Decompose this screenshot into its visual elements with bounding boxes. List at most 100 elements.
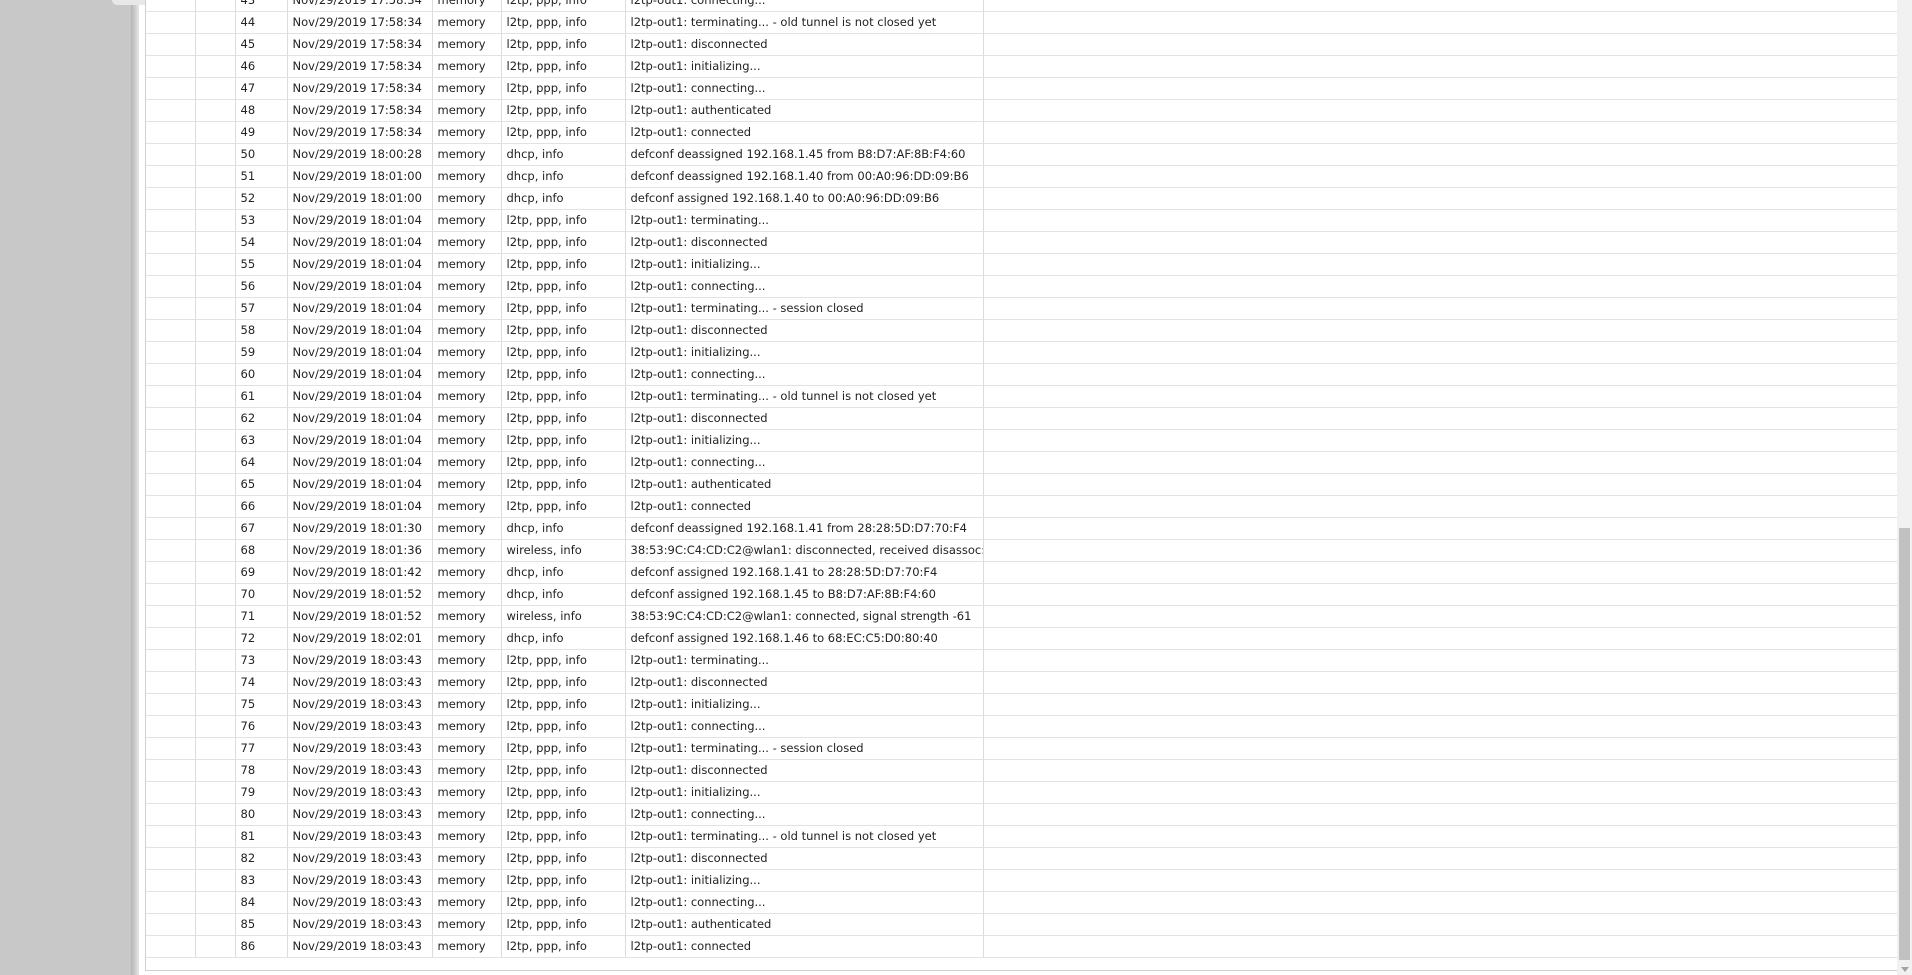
log-row[interactable]: 63 Nov/29/2019 18:01:04 memory l2tp, ppp, i… — [146, 429, 1898, 452]
log-number: 63 — [235, 429, 288, 452]
log-row[interactable]: 67 Nov/29/2019 18:01:30 memory dhcp, info de… — [146, 517, 1898, 540]
vertical-scrollbar[interactable] — [1897, 0, 1912, 975]
log-row[interactable]: 72 Nov/29/2019 18:02:01 memory dhcp, info de… — [146, 627, 1898, 650]
row-flag-cell — [195, 407, 236, 430]
row-flag-cell — [195, 99, 236, 122]
log-row[interactable]: 80 Nov/29/2019 18:03:43 memory l2tp, ppp, i… — [146, 803, 1898, 826]
log-row[interactable]: 85 Nov/29/2019 18:03:43 memory l2tp, ppp, i… — [146, 913, 1898, 936]
log-message: l2tp-out1: connecting... — [625, 891, 984, 914]
log-row[interactable]: 78 Nov/29/2019 18:03:43 memory l2tp, ppp, i… — [146, 759, 1898, 782]
log-message: l2tp-out1: terminating... - old tunnel i… — [625, 385, 984, 408]
log-time: Nov/29/2019 18:01:04 — [287, 451, 433, 474]
row-flag-cell — [195, 55, 236, 78]
row-select-cell — [146, 473, 196, 496]
log-row[interactable]: 65 Nov/29/2019 18:01:04 memory l2tp, ppp, i… — [146, 473, 1898, 496]
log-row[interactable]: 49 Nov/29/2019 17:58:34 memory l2tp, ppp, i… — [146, 121, 1898, 144]
log-topics: l2tp, ppp, info — [501, 11, 626, 34]
log-row[interactable]: 70 Nov/29/2019 18:01:52 memory dhcp, info de… — [146, 583, 1898, 606]
log-row[interactable]: 73 Nov/29/2019 18:03:43 memory l2tp, ppp, i… — [146, 649, 1898, 672]
log-row[interactable]: 48 Nov/29/2019 17:58:34 memory l2tp, ppp, i… — [146, 99, 1898, 122]
log-extra-cell — [983, 385, 1898, 408]
log-row[interactable]: 66 Nov/29/2019 18:01:04 memory l2tp, ppp, i… — [146, 495, 1898, 518]
log-extra-cell — [983, 297, 1898, 320]
log-row[interactable]: 58 Nov/29/2019 18:01:04 memory l2tp, ppp, i… — [146, 319, 1898, 342]
log-message: l2tp-out1: connecting... — [625, 275, 984, 298]
log-row[interactable]: 83 Nov/29/2019 18:03:43 memory l2tp, ppp, i… — [146, 869, 1898, 892]
log-number: 53 — [235, 209, 288, 232]
log-buffer: memory — [432, 99, 502, 122]
log-row[interactable]: 75 Nov/29/2019 18:03:43 memory l2tp, ppp, i… — [146, 693, 1898, 716]
log-row[interactable]: 61 Nov/29/2019 18:01:04 memory l2tp, ppp, i… — [146, 385, 1898, 408]
log-row[interactable]: 55 Nov/29/2019 18:01:04 memory l2tp, ppp, i… — [146, 253, 1898, 276]
log-row[interactable]: 64 Nov/29/2019 18:01:04 memory l2tp, ppp, i… — [146, 451, 1898, 474]
log-number: 70 — [235, 583, 288, 606]
log-row[interactable]: 44 Nov/29/2019 17:58:34 memory l2tp, ppp, i… — [146, 11, 1898, 34]
row-flag-cell — [195, 891, 236, 914]
log-buffer: memory — [432, 517, 502, 540]
row-flag-cell — [195, 297, 236, 320]
log-row[interactable]: 69 Nov/29/2019 18:01:42 memory dhcp, info de… — [146, 561, 1898, 584]
log-buffer: memory — [432, 649, 502, 672]
log-time: Nov/29/2019 18:03:43 — [287, 935, 433, 958]
log-buffer: memory — [432, 451, 502, 474]
log-row[interactable]: 47 Nov/29/2019 17:58:34 memory l2tp, ppp, i… — [146, 77, 1898, 100]
row-select-cell — [146, 33, 196, 56]
row-flag-cell — [195, 539, 236, 562]
log-message: l2tp-out1: disconnected — [625, 33, 984, 56]
log-message: l2tp-out1: initializing... — [625, 693, 984, 716]
log-row[interactable]: 86 Nov/29/2019 18:03:43 memory l2tp, ppp, i… — [146, 935, 1898, 958]
log-row[interactable]: 59 Nov/29/2019 18:01:04 memory l2tp, ppp, i… — [146, 341, 1898, 364]
log-row[interactable]: 45 Nov/29/2019 17:58:34 memory l2tp, ppp, i… — [146, 33, 1898, 56]
scrollbar-thumb[interactable] — [1899, 528, 1910, 960]
log-number: 46 — [235, 55, 288, 78]
log-row[interactable]: 51 Nov/29/2019 18:01:00 memory dhcp, info de… — [146, 165, 1898, 188]
log-message: defconf assigned 192.168.1.41 to 28:28:5… — [625, 561, 984, 584]
log-buffer: memory — [432, 11, 502, 34]
log-row[interactable]: 60 Nov/29/2019 18:01:04 memory l2tp, ppp, i… — [146, 363, 1898, 386]
log-row[interactable]: 43 Nov/29/2019 17:58:34 memory l2tp, ppp, i… — [146, 0, 1898, 12]
log-message: 38:53:9C:C4:CD:C2@wlan1: disconnected, r… — [625, 539, 984, 562]
log-row[interactable]: 71 Nov/29/2019 18:01:52 memory wireless, in… — [146, 605, 1898, 628]
log-row[interactable]: 68 Nov/29/2019 18:01:36 memory wireless, in… — [146, 539, 1898, 562]
log-row[interactable]: 57 Nov/29/2019 18:01:04 memory l2tp, ppp, i… — [146, 297, 1898, 320]
log-topics: l2tp, ppp, info — [501, 649, 626, 672]
log-message: l2tp-out1: disconnected — [625, 319, 984, 342]
log-row[interactable]: 74 Nov/29/2019 18:03:43 memory l2tp, ppp, i… — [146, 671, 1898, 694]
log-number: 61 — [235, 385, 288, 408]
log-topics: l2tp, ppp, info — [501, 759, 626, 782]
log-row[interactable]: 53 Nov/29/2019 18:01:04 memory l2tp, ppp, i… — [146, 209, 1898, 232]
scroll-down-arrow-icon[interactable] — [1901, 967, 1909, 972]
log-buffer: memory — [432, 77, 502, 100]
row-select-cell — [146, 693, 196, 716]
log-extra-cell — [983, 165, 1898, 188]
log-row[interactable]: 77 Nov/29/2019 18:03:43 memory l2tp, ppp, i… — [146, 737, 1898, 760]
log-row[interactable]: 84 Nov/29/2019 18:03:43 memory l2tp, ppp, i… — [146, 891, 1898, 914]
row-select-cell — [146, 825, 196, 848]
log-extra-cell — [983, 737, 1898, 760]
row-select-cell — [146, 0, 196, 12]
log-topics: l2tp, ppp, info — [501, 385, 626, 408]
log-row[interactable]: 76 Nov/29/2019 18:03:43 memory l2tp, ppp, i… — [146, 715, 1898, 738]
log-row[interactable]: 46 Nov/29/2019 17:58:34 memory l2tp, ppp, i… — [146, 55, 1898, 78]
log-topics: wireless, info — [501, 605, 626, 628]
log-extra-cell — [983, 539, 1898, 562]
log-row[interactable]: 62 Nov/29/2019 18:01:04 memory l2tp, ppp, i… — [146, 407, 1898, 430]
row-select-cell — [146, 583, 196, 606]
log-row[interactable]: 81 Nov/29/2019 18:03:43 memory l2tp, ppp, i… — [146, 825, 1898, 848]
log-topics: l2tp, ppp, info — [501, 473, 626, 496]
log-number: 56 — [235, 275, 288, 298]
log-row[interactable]: 82 Nov/29/2019 18:03:43 memory l2tp, ppp, i… — [146, 847, 1898, 870]
log-message: l2tp-out1: initializing... — [625, 341, 984, 364]
log-row[interactable]: 56 Nov/29/2019 18:01:04 memory l2tp, ppp, i… — [146, 275, 1898, 298]
left-background — [0, 0, 131, 975]
log-number: 43 — [235, 0, 288, 12]
log-row[interactable]: 52 Nov/29/2019 18:01:00 memory dhcp, info de… — [146, 187, 1898, 210]
log-row[interactable]: 54 Nov/29/2019 18:01:04 memory l2tp, ppp, i… — [146, 231, 1898, 254]
log-row[interactable]: 79 Nov/29/2019 18:03:43 memory l2tp, ppp, i… — [146, 781, 1898, 804]
log-time: Nov/29/2019 18:02:01 — [287, 627, 433, 650]
row-flag-cell — [195, 165, 236, 188]
row-flag-cell — [195, 121, 236, 144]
log-row[interactable]: 50 Nov/29/2019 18:00:28 memory dhcp, info de… — [146, 143, 1898, 166]
log-time: Nov/29/2019 17:58:34 — [287, 55, 433, 78]
row-select-cell — [146, 407, 196, 430]
